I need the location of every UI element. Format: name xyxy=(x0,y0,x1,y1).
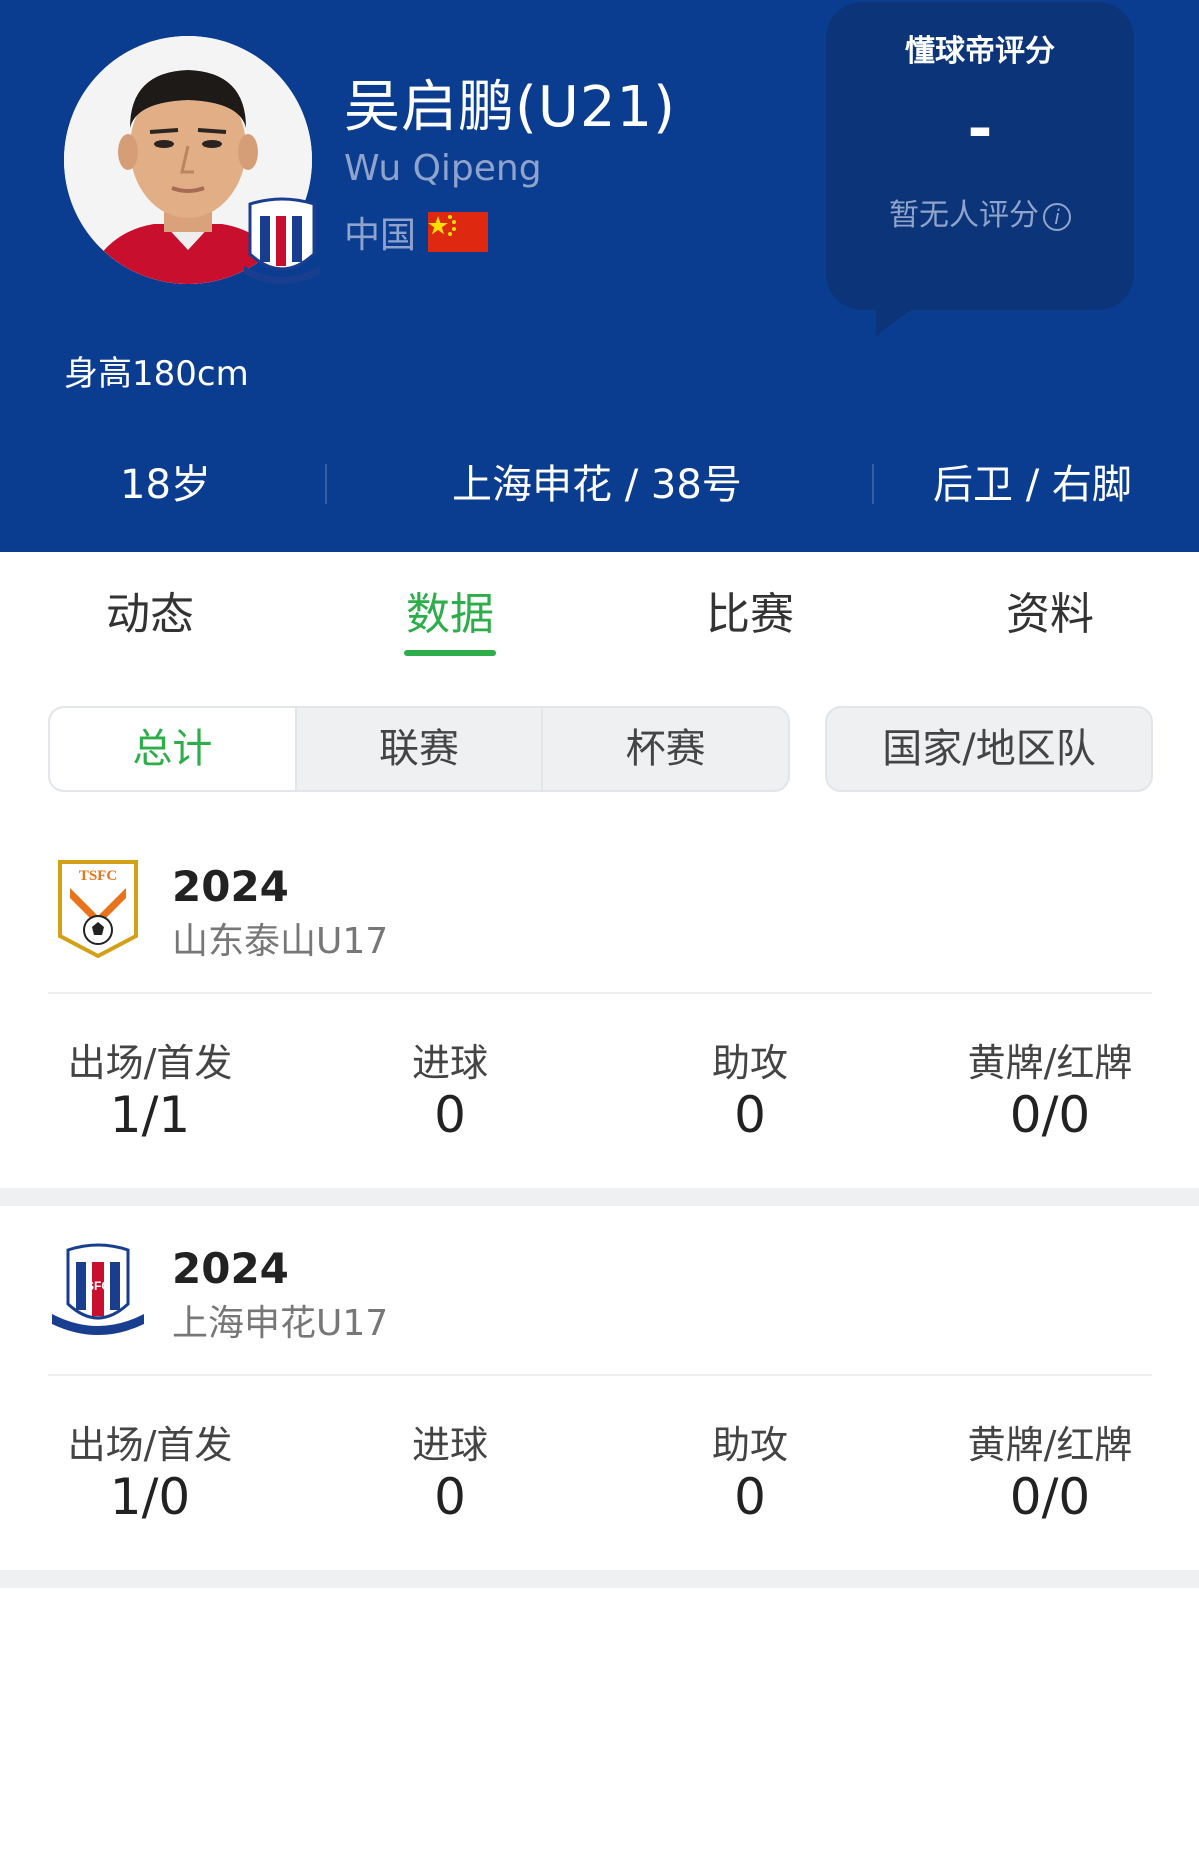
season-year: 2024 xyxy=(172,862,289,911)
tab-stats[interactable]: 数据 xyxy=(350,578,550,642)
card-separator xyxy=(48,1374,1152,1376)
player-name: 吴启鹏(U21) xyxy=(344,75,676,140)
rating-title: 懂球帝评分 xyxy=(905,34,1055,69)
rating-panel[interactable]: 懂球帝评分 - 暂无人评分 i xyxy=(826,2,1134,310)
tab-profile[interactable]: 资料 xyxy=(950,578,1150,642)
info-icon[interactable]: i xyxy=(1043,202,1071,231)
rating-value: - xyxy=(967,94,993,164)
season-card[interactable]: SFC 2024 上海申花U17 出场/首发 1/0 进球 0 助攻 0 黄牌/… xyxy=(0,1206,1199,1570)
svg-text:SFC: SFC xyxy=(86,1279,110,1293)
player-name-english: Wu Qipeng xyxy=(344,148,542,189)
nation-label: 中国 xyxy=(344,215,417,256)
main-tabs: 动态 数据 比赛 资料 xyxy=(0,552,1199,662)
china-flag-icon xyxy=(428,212,489,252)
competition-filter: 总计 联赛 杯赛 xyxy=(48,706,790,792)
stat-label-assists: 助攻 xyxy=(711,1423,788,1467)
season-team: 上海申花U17 xyxy=(172,1303,389,1344)
season-card[interactable]: TSFC 2024 山东泰山U17 出场/首发 1/1 进球 0 助攻 0 黄牌… xyxy=(0,836,1199,1188)
stat-label-goals: 进球 xyxy=(411,1423,488,1467)
rating-bubble-tail xyxy=(876,300,924,336)
stat-label-goals: 进球 xyxy=(411,1041,488,1085)
stat-value-cards: 0/0 xyxy=(1009,1468,1091,1526)
shanghai-shenhua-logo-icon: SFC xyxy=(48,1240,148,1340)
filter-league[interactable]: 联赛 xyxy=(297,708,544,790)
stat-value-assists: 0 xyxy=(734,1086,766,1144)
club-badge-icon xyxy=(240,196,324,288)
stat-value-goals: 0 xyxy=(434,1468,466,1526)
filter-total[interactable]: 总计 xyxy=(50,708,297,790)
section-gap xyxy=(0,1570,1199,1588)
stat-value-cards: 0/0 xyxy=(1009,1086,1091,1144)
player-height: 身高180cm xyxy=(64,354,249,394)
rating-note: 暂无人评分 i xyxy=(826,190,1134,234)
filter-cup[interactable]: 杯赛 xyxy=(543,708,788,790)
player-club-number[interactable]: 上海申花 / 38号 xyxy=(452,452,742,510)
stat-label-appearances: 出场/首发 xyxy=(67,1041,233,1085)
stat-label-cards: 黄牌/红牌 xyxy=(967,1423,1133,1467)
filter-national-team[interactable]: 国家/地区队 xyxy=(825,706,1153,792)
meta-divider xyxy=(872,464,874,504)
section-gap xyxy=(0,1188,1199,1206)
stat-label-appearances: 出场/首发 xyxy=(67,1423,233,1467)
player-nation: 中国 xyxy=(344,206,489,258)
player-position-foot: 后卫 / 右脚 xyxy=(933,462,1132,508)
svg-text:TSFC: TSFC xyxy=(79,868,117,884)
season-team: 山东泰山U17 xyxy=(172,921,389,962)
player-header: 吴启鹏(U21) Wu Qipeng 中国 懂球帝评分 - 暂无人评分 i 身高1… xyxy=(0,0,1199,552)
stat-label-cards: 黄牌/红牌 xyxy=(967,1041,1133,1085)
rating-note-text: 暂无人评分 xyxy=(889,198,1039,233)
player-avatar xyxy=(64,36,320,284)
stat-value-goals: 0 xyxy=(434,1086,466,1144)
tab-matches[interactable]: 比赛 xyxy=(650,578,850,642)
stat-value-appearances: 1/0 xyxy=(109,1468,191,1526)
active-tab-indicator xyxy=(404,650,496,656)
shandong-taishan-logo-icon: TSFC xyxy=(56,858,140,959)
season-year: 2024 xyxy=(172,1244,289,1293)
stat-value-appearances: 1/1 xyxy=(109,1086,191,1144)
meta-divider xyxy=(325,464,327,504)
player-age: 18岁 xyxy=(120,462,211,508)
stat-value-assists: 0 xyxy=(734,1468,766,1526)
player-meta-row: 18岁 上海申花 / 38号 后卫 / 右脚 xyxy=(0,452,1199,516)
tab-news[interactable]: 动态 xyxy=(50,578,250,642)
card-separator xyxy=(48,992,1152,994)
stat-label-assists: 助攻 xyxy=(711,1041,788,1085)
